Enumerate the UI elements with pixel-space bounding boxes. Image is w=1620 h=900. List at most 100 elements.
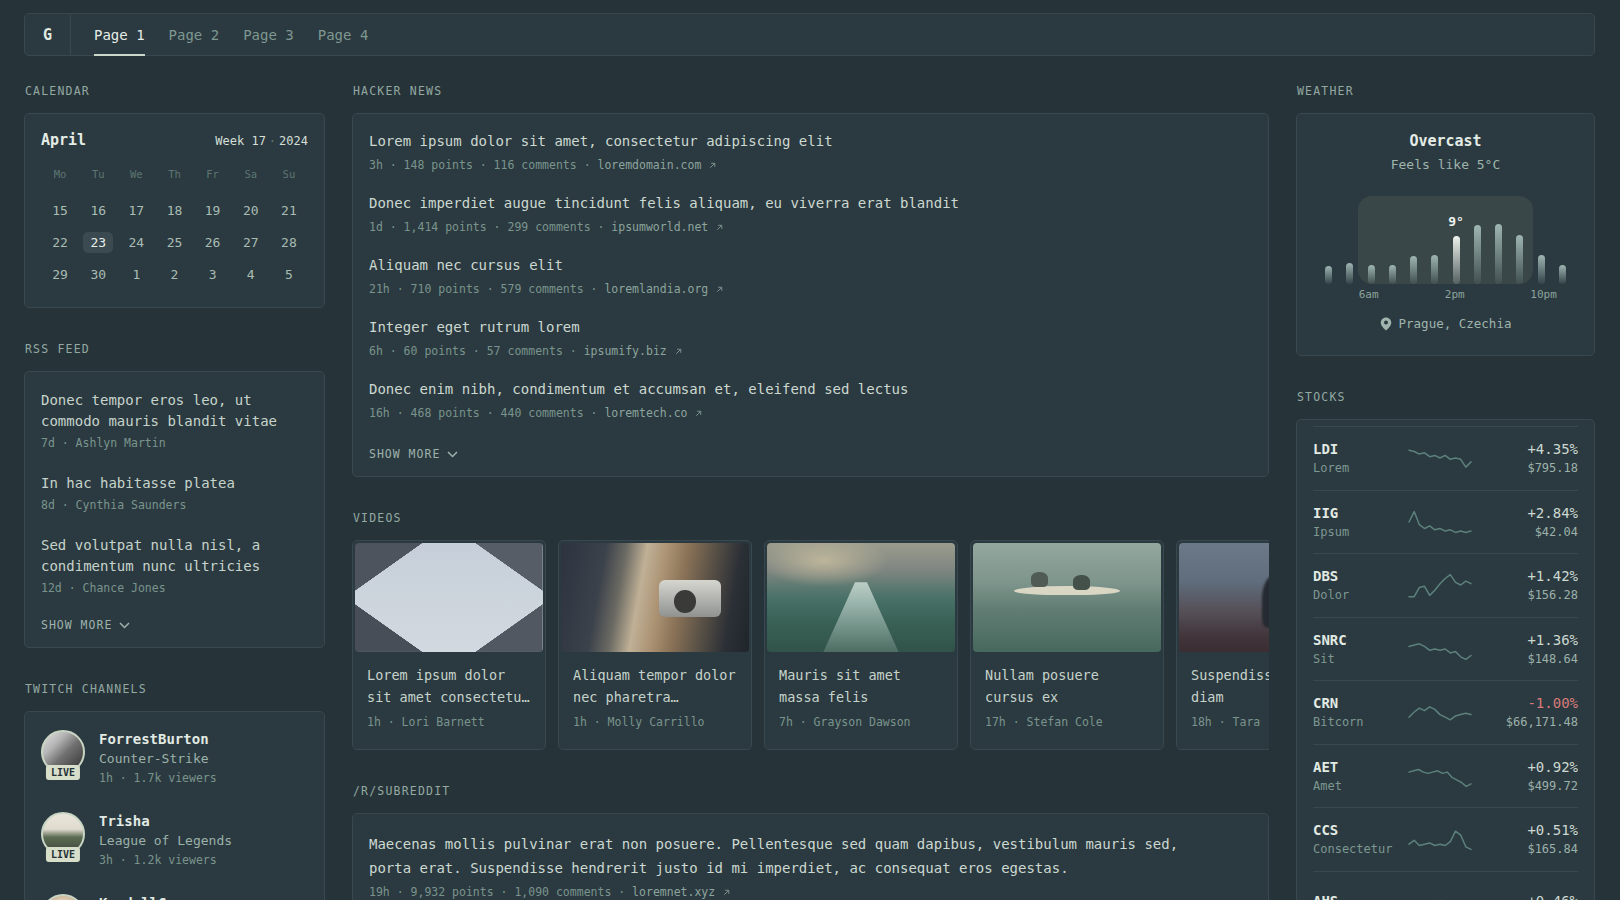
video-title-line1: Mauris sit amet bbox=[779, 665, 943, 687]
hn-item-domain[interactable]: loremtech.co bbox=[604, 406, 687, 420]
stock-symbol[interactable]: SNRC bbox=[1313, 632, 1399, 648]
avatar bbox=[41, 894, 85, 900]
channel-name[interactable]: KendallCarr bbox=[99, 895, 192, 900]
stock-symbol[interactable]: CRN bbox=[1313, 695, 1399, 711]
hn-item-title[interactable]: Donec imperdiet augue tincidunt felis al… bbox=[369, 195, 1252, 212]
weekday-label: Fr bbox=[194, 168, 232, 194]
stock-sparkline bbox=[1399, 697, 1480, 727]
stock-row[interactable]: CCS Consectetur +0.51% $165.84 bbox=[1313, 807, 1578, 871]
stock-row[interactable]: AET Amet +0.92% $499.72 bbox=[1313, 744, 1578, 808]
rss-item: Donec tempor eros leo, ut commodo mauris… bbox=[41, 390, 308, 450]
stock-row[interactable]: DBS Dolor +1.42% $156.28 bbox=[1313, 553, 1578, 617]
twitch-channel[interactable]: LIVE Trisha League of Legends 3h · 1.2k … bbox=[41, 812, 308, 870]
stock-symbol[interactable]: IIG bbox=[1313, 505, 1399, 521]
hn-item-title[interactable]: Integer eget rutrum lorem bbox=[369, 319, 1252, 336]
twitch-channel[interactable]: LIVE KendallCarr bbox=[41, 894, 308, 900]
reddit-post-title[interactable]: Maecenas mollis pulvinar erat non posuer… bbox=[369, 832, 1227, 880]
calendar-day: 17 bbox=[117, 194, 155, 226]
stock-row[interactable]: AHS +0.46% bbox=[1313, 871, 1578, 900]
hn-item-meta: 16h · 468 points · 440 comments · loremt… bbox=[369, 406, 1252, 420]
stock-price: $499.72 bbox=[1480, 779, 1578, 793]
stock-price: $795.18 bbox=[1480, 461, 1578, 475]
hn-item-meta: 3h · 148 points · 116 comments · loremdo… bbox=[369, 158, 1252, 172]
channel-name[interactable]: ForrestBurton bbox=[99, 731, 217, 747]
weekday-label: We bbox=[117, 168, 155, 194]
page-tab[interactable]: Page 3 bbox=[231, 14, 306, 55]
hn-show-more-button[interactable]: SHOW MORE bbox=[369, 447, 1252, 461]
stock-sparkline bbox=[1399, 443, 1480, 473]
video-title-line2: sit amet consectetu… bbox=[367, 687, 531, 709]
rss-show-more-button[interactable]: SHOW MORE bbox=[41, 618, 308, 632]
channel-game: Counter-Strike bbox=[99, 751, 217, 766]
page-tab[interactable]: Page 1 bbox=[82, 14, 157, 55]
hn-item-title[interactable]: Aliquam nec cursus elit bbox=[369, 257, 1252, 274]
reddit-post-domain[interactable]: loremnet.xyz bbox=[632, 885, 715, 899]
stock-symbol[interactable]: AHS bbox=[1313, 893, 1399, 900]
hn-item-domain[interactable]: ipsumworld.net bbox=[611, 220, 708, 234]
video-title-line2: massa felis bbox=[779, 687, 943, 709]
video-meta: 7h · Grayson Dawson bbox=[779, 715, 943, 729]
hn-item-meta: 1d · 1,414 points · 299 comments · ipsum… bbox=[369, 220, 1252, 234]
calendar-day: 24 bbox=[117, 226, 155, 258]
hn-item-domain[interactable]: ipsumify.biz bbox=[584, 344, 667, 358]
external-link-icon bbox=[708, 161, 717, 170]
weather-location: Prague, Czechia bbox=[1313, 316, 1578, 331]
rss-item-title[interactable]: Sed volutpat nulla nisl, a condimentum n… bbox=[41, 535, 308, 577]
channel-name[interactable]: Trisha bbox=[99, 813, 232, 829]
video-thumbnail[interactable] bbox=[1179, 543, 1269, 652]
stock-row[interactable]: IIG Ipsum +2.84% $42.04 bbox=[1313, 490, 1578, 554]
video-thumbnail[interactable] bbox=[561, 543, 749, 652]
video-card[interactable]: Mauris sit amet massa felis 7h · Grayson… bbox=[764, 540, 958, 750]
stock-symbol[interactable]: LDI bbox=[1313, 441, 1399, 457]
video-card[interactable]: Lorem ipsum dolor sit amet consectetu… 1… bbox=[352, 540, 546, 750]
stock-change: +1.36% bbox=[1480, 632, 1578, 648]
rss-section-title: RSS FEED bbox=[25, 342, 325, 356]
stock-name: Bitcorn bbox=[1313, 715, 1399, 729]
stock-sparkline bbox=[1399, 761, 1480, 791]
stock-row[interactable]: SNRC Sit +1.36% $148.64 bbox=[1313, 617, 1578, 681]
hn-item-domain[interactable]: loremdomain.com bbox=[597, 158, 701, 172]
stock-row[interactable]: LDI Lorem +4.35% $795.18 bbox=[1313, 426, 1578, 490]
weekday-label: Th bbox=[155, 168, 193, 194]
video-title-line1: Nullam posuere bbox=[985, 665, 1149, 687]
stock-sparkline bbox=[1399, 570, 1480, 600]
stock-name: Amet bbox=[1313, 779, 1399, 793]
stock-sparkline bbox=[1399, 888, 1480, 900]
hacker-news-section-title: HACKER NEWS bbox=[353, 84, 1269, 98]
video-thumbnail[interactable] bbox=[355, 543, 543, 652]
stock-symbol[interactable]: DBS bbox=[1313, 568, 1399, 584]
hn-item-title[interactable]: Lorem ipsum dolor sit amet, consectetur … bbox=[369, 133, 1252, 150]
video-card[interactable]: Aliquam tempor dolor nec pharetra… 1h · … bbox=[558, 540, 752, 750]
calendar-day: 19 bbox=[194, 194, 232, 226]
video-card[interactable]: Suspendisse a ante diam 18h · Tara bbox=[1176, 540, 1269, 750]
calendar-days: 1516171819202122232425262728293012345 bbox=[41, 194, 308, 290]
hn-item-title[interactable]: Donec enim nibh, condimentum et accumsan… bbox=[369, 381, 1252, 398]
weekday-label: Tu bbox=[79, 168, 117, 194]
weather-section: WEATHER Overcast Feels like 5°C 9° 6am2p… bbox=[1296, 84, 1595, 356]
videos-section-title: VIDEOS bbox=[353, 511, 1269, 525]
stock-symbol[interactable]: CCS bbox=[1313, 822, 1399, 838]
page-tab[interactable]: Page 2 bbox=[157, 14, 232, 55]
hacker-news-widget: Lorem ipsum dolor sit amet, consectetur … bbox=[352, 113, 1269, 477]
rss-item-title[interactable]: Donec tempor eros leo, ut commodo mauris… bbox=[41, 390, 308, 432]
page-tab[interactable]: Page 4 bbox=[306, 14, 381, 55]
stock-change: +0.46% bbox=[1480, 893, 1578, 900]
calendar-day: 22 bbox=[41, 226, 79, 258]
app-logo[interactable]: G bbox=[25, 14, 71, 55]
video-card[interactable]: Nullam posuere cursus ex 17h · Stefan Co… bbox=[970, 540, 1164, 750]
video-thumbnail[interactable] bbox=[767, 543, 955, 652]
calendar-day: 23 bbox=[79, 226, 117, 258]
video-thumbnail[interactable] bbox=[973, 543, 1161, 652]
video-meta: 1h · Molly Carrillo bbox=[573, 715, 737, 729]
twitch-channel[interactable]: LIVE ForrestBurton Counter-Strike 1h · 1… bbox=[41, 730, 308, 788]
stock-change: +4.35% bbox=[1480, 441, 1578, 457]
rss-item-title[interactable]: In hac habitasse platea bbox=[41, 473, 308, 494]
stock-symbol[interactable]: AET bbox=[1313, 759, 1399, 775]
weekday-label: Sa bbox=[232, 168, 270, 194]
hn-item-domain[interactable]: loremlandia.org bbox=[604, 282, 708, 296]
stocks-section: STOCKS LDI Lorem +4.35% $795.18 bbox=[1296, 390, 1595, 900]
hn-item-meta: 6h · 60 points · 57 comments · ipsumify.… bbox=[369, 344, 1252, 358]
stock-row[interactable]: CRN Bitcorn -1.00% $66,171.48 bbox=[1313, 680, 1578, 744]
subreddit-section-title: /R/SUBREDDIT bbox=[353, 784, 1269, 798]
external-link-icon bbox=[674, 347, 683, 356]
